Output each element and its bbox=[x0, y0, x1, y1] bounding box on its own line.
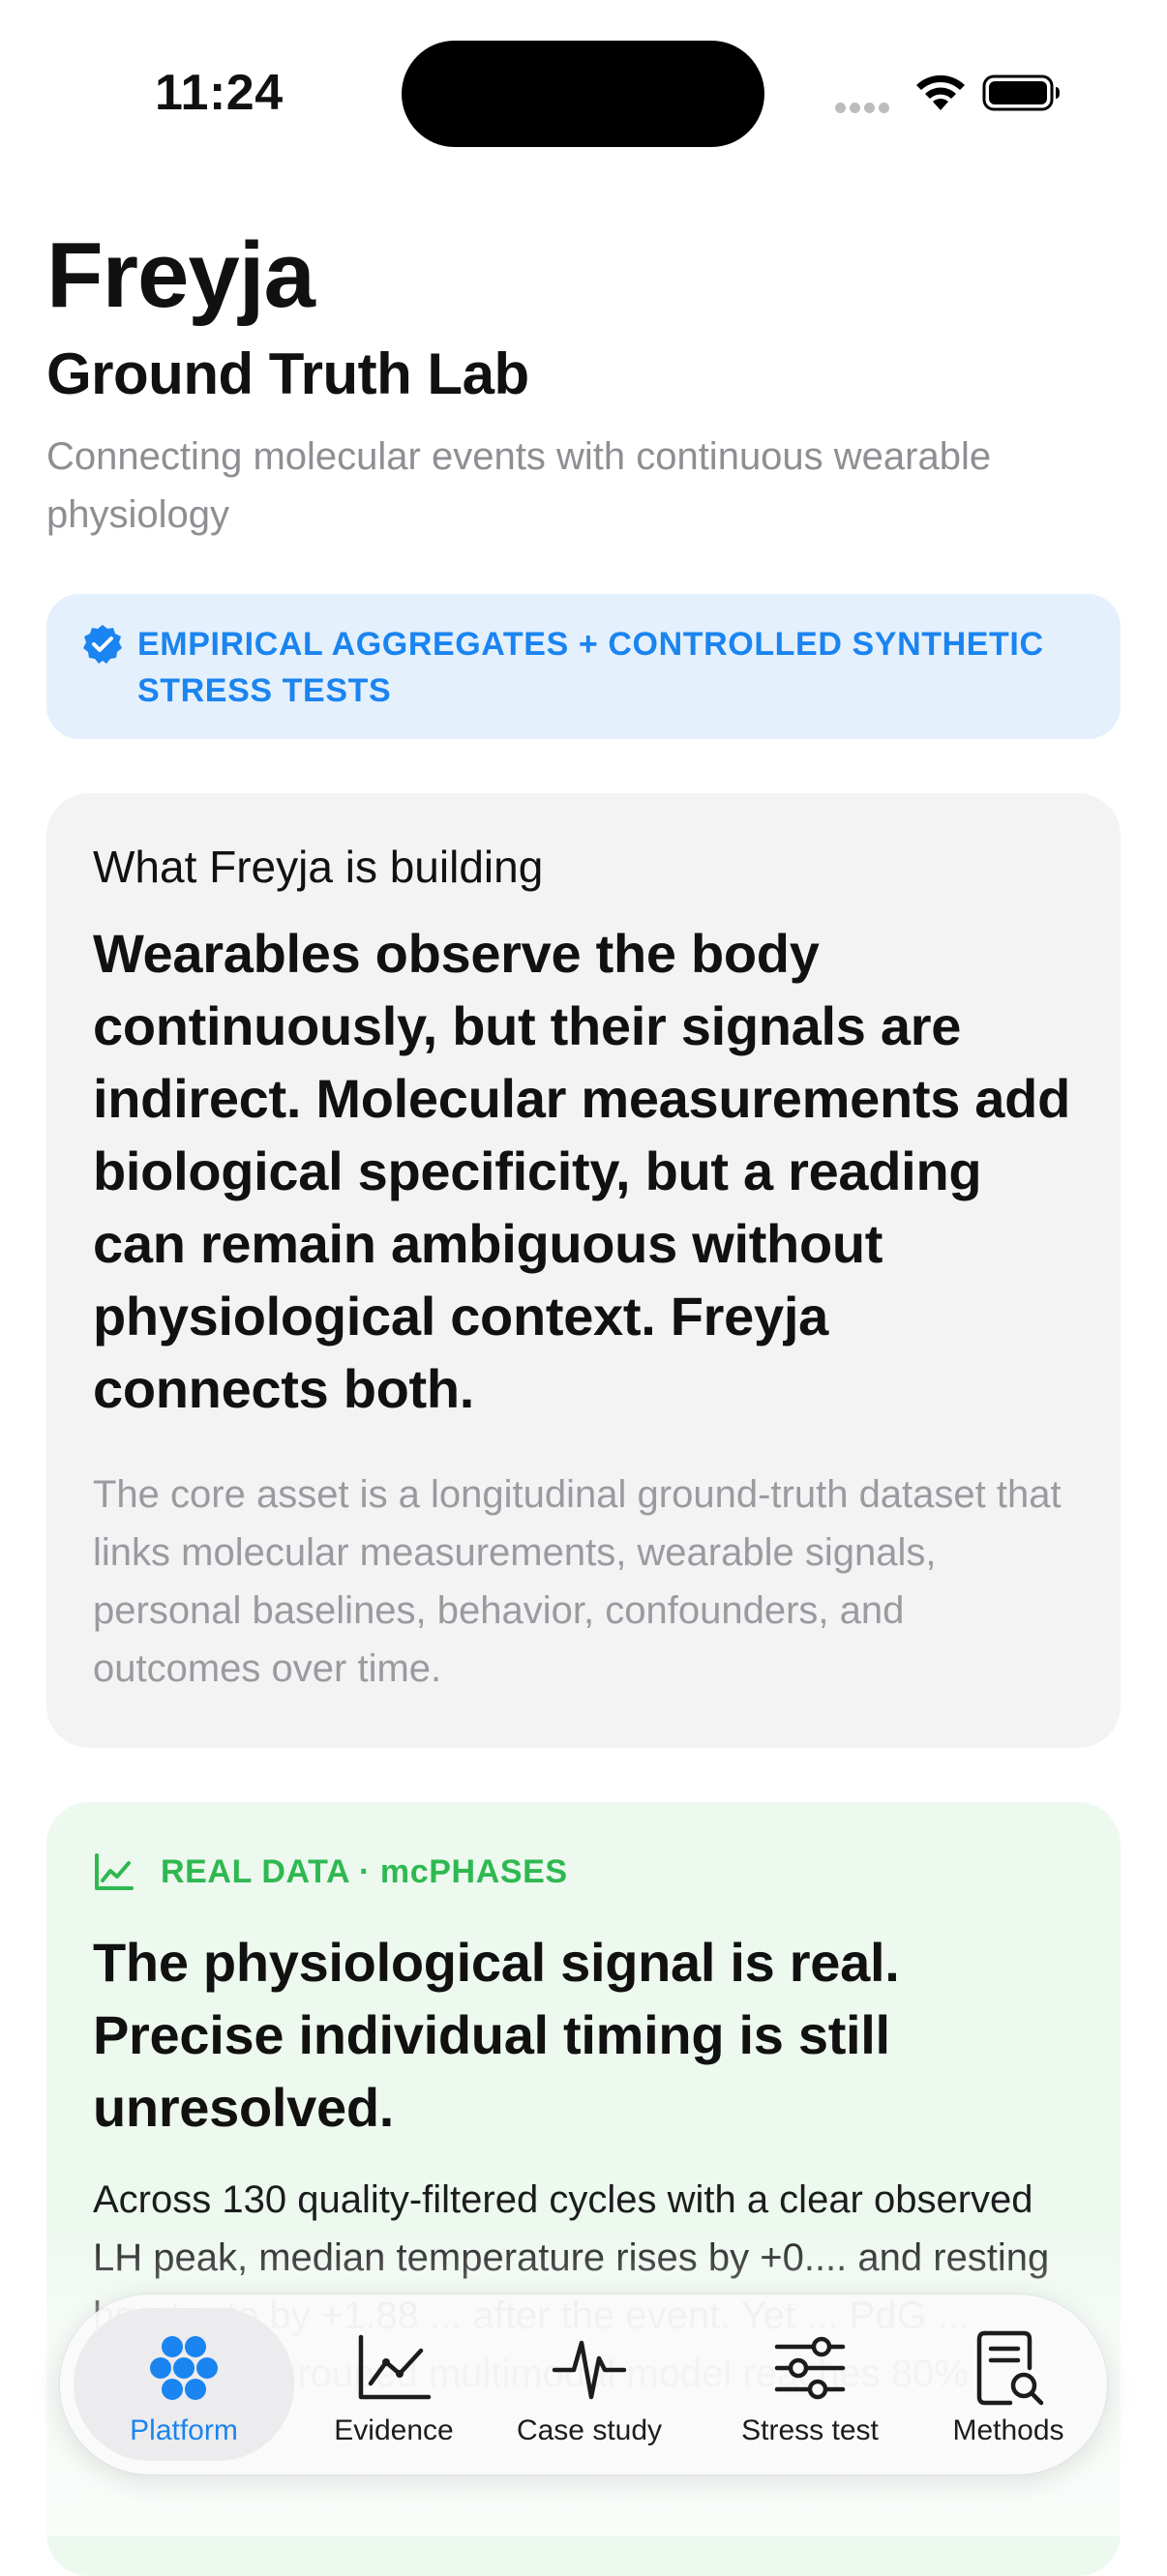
tab-platform[interactable]: Platform bbox=[74, 2295, 294, 2474]
building-card: What Freyja is building Wearables observ… bbox=[46, 793, 1121, 1748]
status-indicators bbox=[832, 68, 1064, 116]
tab-label: Case study bbox=[516, 2414, 663, 2446]
verified-badge-icon bbox=[83, 625, 122, 664]
sliders-icon bbox=[774, 2336, 846, 2400]
dynamic-island bbox=[402, 41, 764, 147]
tab-methods[interactable]: Methods bbox=[921, 2295, 1095, 2474]
data-source-banner: EMPIRICAL AGGREGATES + CONTROLLED SYNTHE… bbox=[46, 594, 1121, 739]
tab-case-study[interactable]: Case study bbox=[486, 2295, 693, 2474]
main-content: Freyja Ground Truth Lab Connecting molec… bbox=[46, 222, 1121, 2576]
building-card-kicker: What Freyja is building bbox=[93, 842, 544, 892]
tab-label: Platform bbox=[130, 2414, 238, 2446]
tab-bar: Platform Evidence Case study Stress test bbox=[60, 2295, 1107, 2474]
real-data-kicker: REAL DATA · mcPHASES bbox=[161, 1852, 568, 1890]
tab-label: Stress test bbox=[741, 2414, 879, 2446]
real-data-kicker-row: REAL DATA · mcPHASES bbox=[93, 1845, 1074, 1899]
battery-icon bbox=[982, 74, 1060, 111]
status-bar: 11:24 bbox=[0, 0, 1167, 184]
waveform-icon bbox=[552, 2340, 627, 2400]
chart-icon bbox=[358, 2334, 432, 2400]
platform-dots-icon bbox=[150, 2336, 218, 2400]
building-card-body: The core asset is a longitudinal ground-… bbox=[93, 1473, 1062, 1690]
cellular-signal-icon bbox=[835, 103, 891, 116]
wifi-icon bbox=[916, 74, 965, 110]
real-data-headline: The physiological signal is real. Precis… bbox=[93, 1932, 900, 2138]
banner-text: EMPIRICAL AGGREGATES + CONTROLLED SYNTHE… bbox=[137, 626, 1044, 709]
status-time: 11:24 bbox=[155, 65, 284, 121]
tab-evidence[interactable]: Evidence bbox=[302, 2295, 486, 2474]
page-subtitle: Ground Truth Lab bbox=[46, 341, 529, 406]
line-chart-icon bbox=[95, 1853, 134, 1890]
tab-label: Evidence bbox=[334, 2414, 454, 2446]
building-card-headline: Wearables observe the body continuously,… bbox=[93, 923, 1070, 1419]
document-search-icon bbox=[976, 2330, 1044, 2406]
tab-stress-test[interactable]: Stress test bbox=[699, 2295, 921, 2474]
tab-label: Methods bbox=[952, 2414, 1064, 2446]
page-title: Freyja bbox=[46, 223, 315, 327]
page-tagline: Connecting molecular events with continu… bbox=[46, 435, 992, 536]
